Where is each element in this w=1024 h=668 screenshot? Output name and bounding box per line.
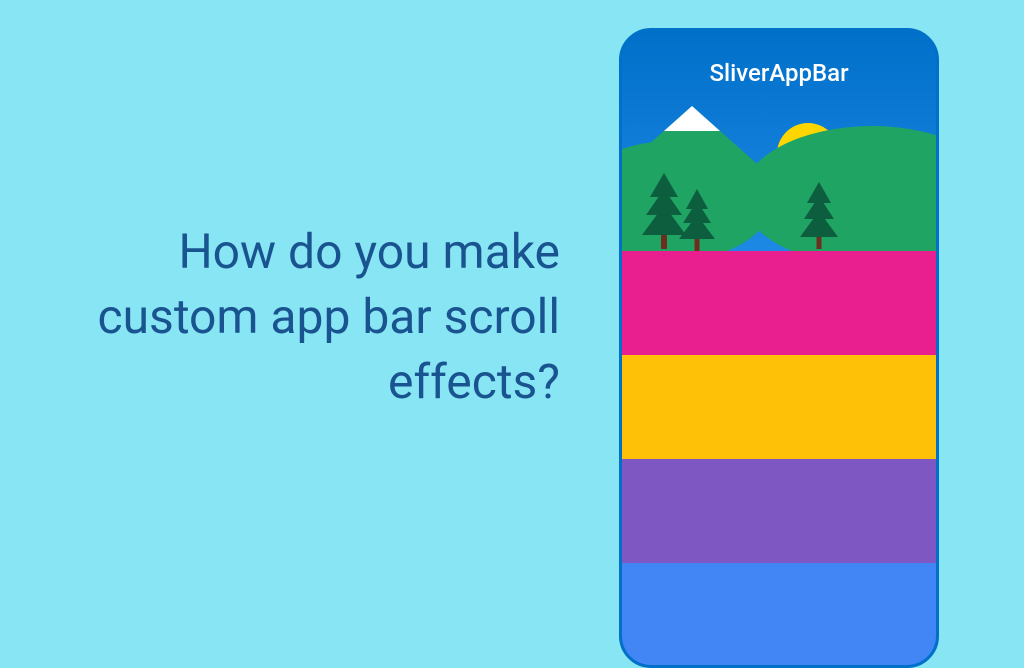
list-item (622, 459, 936, 563)
list-item (622, 251, 936, 355)
tree-icon (798, 171, 840, 249)
question-text: How do you make custom app bar scroll ef… (40, 220, 560, 414)
list-item (622, 563, 936, 667)
list-item (622, 355, 936, 459)
snow-cap-icon (664, 106, 720, 131)
appbar-title: SliverAppBar (622, 59, 936, 87)
tree-icon (677, 181, 717, 251)
phone-mockup: SliverAppBar (619, 28, 939, 668)
sliver-app-bar: SliverAppBar (622, 31, 936, 251)
